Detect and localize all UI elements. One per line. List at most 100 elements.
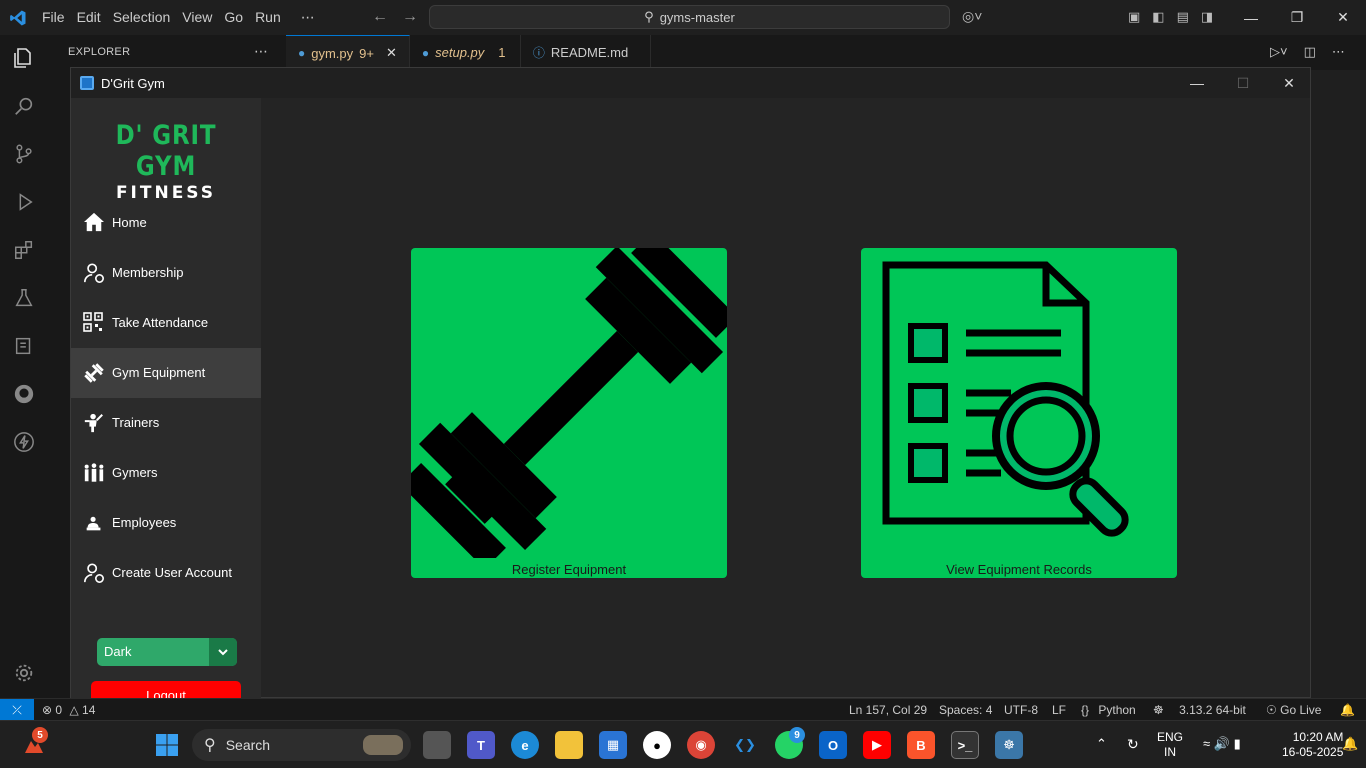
toggle-secondary-sidebar-icon[interactable]: ◨ bbox=[1201, 9, 1213, 25]
tab-problem-count: 9+ bbox=[359, 45, 374, 61]
app-maximize-button[interactable]: ☐ bbox=[1220, 68, 1266, 98]
command-center-search[interactable]: ⚲ gyms-master bbox=[429, 5, 950, 29]
app-minimize-button[interactable]: — bbox=[1174, 68, 1220, 98]
terminal-icon[interactable]: >_ bbox=[951, 731, 979, 759]
explorer-icon[interactable] bbox=[10, 44, 38, 72]
encoding[interactable]: UTF-8 bbox=[1004, 703, 1038, 717]
trainer-icon bbox=[84, 413, 103, 433]
tab-setup-py[interactable]: ● setup.py 1 bbox=[410, 35, 521, 70]
teams-icon[interactable]: T bbox=[467, 731, 495, 759]
toggle-sidebar-icon[interactable]: ◧ bbox=[1152, 9, 1164, 25]
info-file-icon: ⓘ bbox=[532, 46, 545, 60]
whatsapp-icon[interactable]: 9 bbox=[775, 727, 805, 759]
run-file-icon[interactable]: ▷˅ bbox=[1270, 44, 1288, 60]
tab-gym-py[interactable]: ● gym.py 9+ ✕ bbox=[286, 35, 410, 70]
nav-trainers[interactable]: Trainers bbox=[71, 398, 261, 448]
testing-icon[interactable] bbox=[10, 284, 38, 312]
language-indicator[interactable]: ENG IN bbox=[1157, 730, 1183, 760]
menu-go[interactable]: Go bbox=[218, 9, 249, 26]
start-windows-icon[interactable] bbox=[153, 731, 181, 759]
store-icon[interactable]: ▦ bbox=[599, 731, 627, 759]
menu-more[interactable]: ⋯ bbox=[295, 9, 321, 26]
remote-explorer-icon[interactable] bbox=[10, 332, 38, 360]
chrome-icon[interactable]: ◉ bbox=[687, 731, 715, 759]
editor-actions: ▷˅ ◫ ⋯ bbox=[1270, 44, 1345, 60]
layout-toggles: ▣ ◧ ▤ ◨ bbox=[1128, 9, 1213, 25]
tray-overflow-chevron-icon[interactable]: ⌃ bbox=[1096, 736, 1107, 752]
nav-create-user-account[interactable]: Create User Account bbox=[71, 548, 261, 598]
vscode-logo-icon bbox=[0, 0, 36, 35]
tab-close-icon[interactable]: ✕ bbox=[386, 45, 397, 61]
nav-label: Membership bbox=[112, 265, 184, 280]
language-mode[interactable]: {} Python bbox=[1081, 703, 1136, 717]
error-count: 0 bbox=[55, 703, 63, 717]
menu-selection[interactable]: Selection bbox=[107, 9, 177, 26]
menu-run[interactable]: Run bbox=[249, 9, 287, 26]
youtube-icon[interactable]: ▶ bbox=[863, 731, 891, 759]
vscode-taskbar-icon[interactable]: ❮❯ bbox=[731, 731, 759, 759]
menu-file[interactable]: File bbox=[36, 9, 71, 26]
customize-layout-icon[interactable]: ▣ bbox=[1128, 9, 1140, 25]
chevron-down-icon[interactable] bbox=[209, 638, 237, 666]
search-icon[interactable] bbox=[10, 92, 38, 120]
line-ending[interactable]: LF bbox=[1052, 703, 1066, 717]
outlook-icon[interactable]: O bbox=[819, 731, 847, 759]
extensions-icon[interactable] bbox=[10, 236, 38, 264]
github-desktop-icon[interactable]: ● bbox=[643, 731, 671, 759]
run-debug-icon[interactable] bbox=[10, 188, 38, 216]
split-editor-icon[interactable]: ◫ bbox=[1304, 44, 1316, 60]
dumbbell-icon bbox=[411, 248, 727, 558]
cursor-position[interactable]: Ln 157, Col 29 bbox=[849, 703, 927, 717]
interpreter-status[interactable]: ☸ 3.13.2 64-bit bbox=[1153, 703, 1246, 717]
remote-indicator-icon[interactable]: ⤫ bbox=[0, 699, 34, 721]
menu-view[interactable]: View bbox=[176, 9, 218, 26]
problems-status[interactable]: ⊗ 0 △ 14 bbox=[42, 703, 95, 717]
brave-icon[interactable]: B bbox=[907, 731, 935, 759]
copilot-icon[interactable]: ◎˅ bbox=[962, 8, 982, 25]
sync-icon[interactable]: ↻ bbox=[1127, 736, 1139, 753]
app-sidebar: D' GRIT GYM FITNESS Home Membership Take… bbox=[71, 98, 261, 709]
settings-gear-icon[interactable] bbox=[10, 659, 38, 687]
widgets-icon[interactable]: 5 bbox=[20, 727, 48, 759]
nav-gym-equipment[interactable]: Gym Equipment bbox=[71, 348, 261, 398]
activity-bar bbox=[0, 35, 48, 698]
nav-employees[interactable]: Employees bbox=[71, 498, 261, 548]
restore-button[interactable]: ❐ bbox=[1274, 0, 1320, 35]
nav-membership[interactable]: Membership bbox=[71, 248, 261, 298]
live-server-icon[interactable] bbox=[10, 428, 38, 456]
forward-arrow-icon[interactable]: → bbox=[402, 8, 418, 26]
nav-gymers[interactable]: Gymers bbox=[71, 448, 261, 498]
taskbar-search[interactable]: ⚲ Search bbox=[192, 729, 411, 761]
menu-edit[interactable]: Edit bbox=[71, 9, 107, 26]
python-app-icon[interactable]: ☸ bbox=[995, 731, 1023, 759]
register-equipment-label: Register Equipment bbox=[511, 562, 627, 577]
whatsapp-badge: 9 bbox=[789, 727, 805, 743]
view-equipment-records-card[interactable]: View Equipment Records bbox=[861, 248, 1177, 578]
network-volume-battery[interactable]: ≈ 🔊 ▮ bbox=[1203, 736, 1241, 752]
explorer-more-icon[interactable]: ⋯ bbox=[254, 43, 268, 60]
notification-bell-icon[interactable]: 🔔 bbox=[1342, 736, 1358, 752]
notifications-bell-icon[interactable]: 🔔 bbox=[1340, 703, 1355, 717]
editor-more-icon[interactable]: ⋯ bbox=[1332, 44, 1345, 60]
tab-readme[interactable]: ⓘ README.md bbox=[521, 35, 651, 70]
github-icon[interactable] bbox=[10, 380, 38, 408]
theme-dropdown[interactable]: Dark bbox=[97, 638, 237, 666]
vscode-status-bar: ⤫ ⊗ 0 △ 14 Ln 157, Col 29 Spaces: 4 UTF-… bbox=[0, 698, 1366, 721]
minimize-button[interactable]: — bbox=[1228, 0, 1274, 35]
task-view-icon[interactable] bbox=[423, 731, 451, 759]
edge-icon[interactable]: e bbox=[511, 731, 539, 759]
file-explorer-icon[interactable] bbox=[555, 731, 583, 759]
nav-home[interactable]: Home bbox=[71, 198, 261, 248]
toggle-panel-icon[interactable]: ▤ bbox=[1177, 9, 1189, 25]
back-arrow-icon[interactable]: ← bbox=[372, 8, 388, 26]
go-live-button[interactable]: ☉ Go Live bbox=[1266, 703, 1321, 717]
indentation[interactable]: Spaces: 4 bbox=[939, 703, 992, 717]
close-button[interactable]: ✕ bbox=[1320, 0, 1366, 35]
app-close-button[interactable]: ✕ bbox=[1266, 68, 1312, 98]
clock[interactable]: 10:20 AM 16-05-2025 bbox=[1282, 730, 1343, 760]
volume-icon: 🔊 bbox=[1213, 736, 1230, 751]
source-control-icon[interactable] bbox=[10, 140, 38, 168]
nav-take-attendance[interactable]: Take Attendance bbox=[71, 298, 261, 348]
tab-label: setup.py bbox=[435, 45, 485, 60]
register-equipment-card[interactable]: Register Equipment bbox=[411, 248, 727, 578]
